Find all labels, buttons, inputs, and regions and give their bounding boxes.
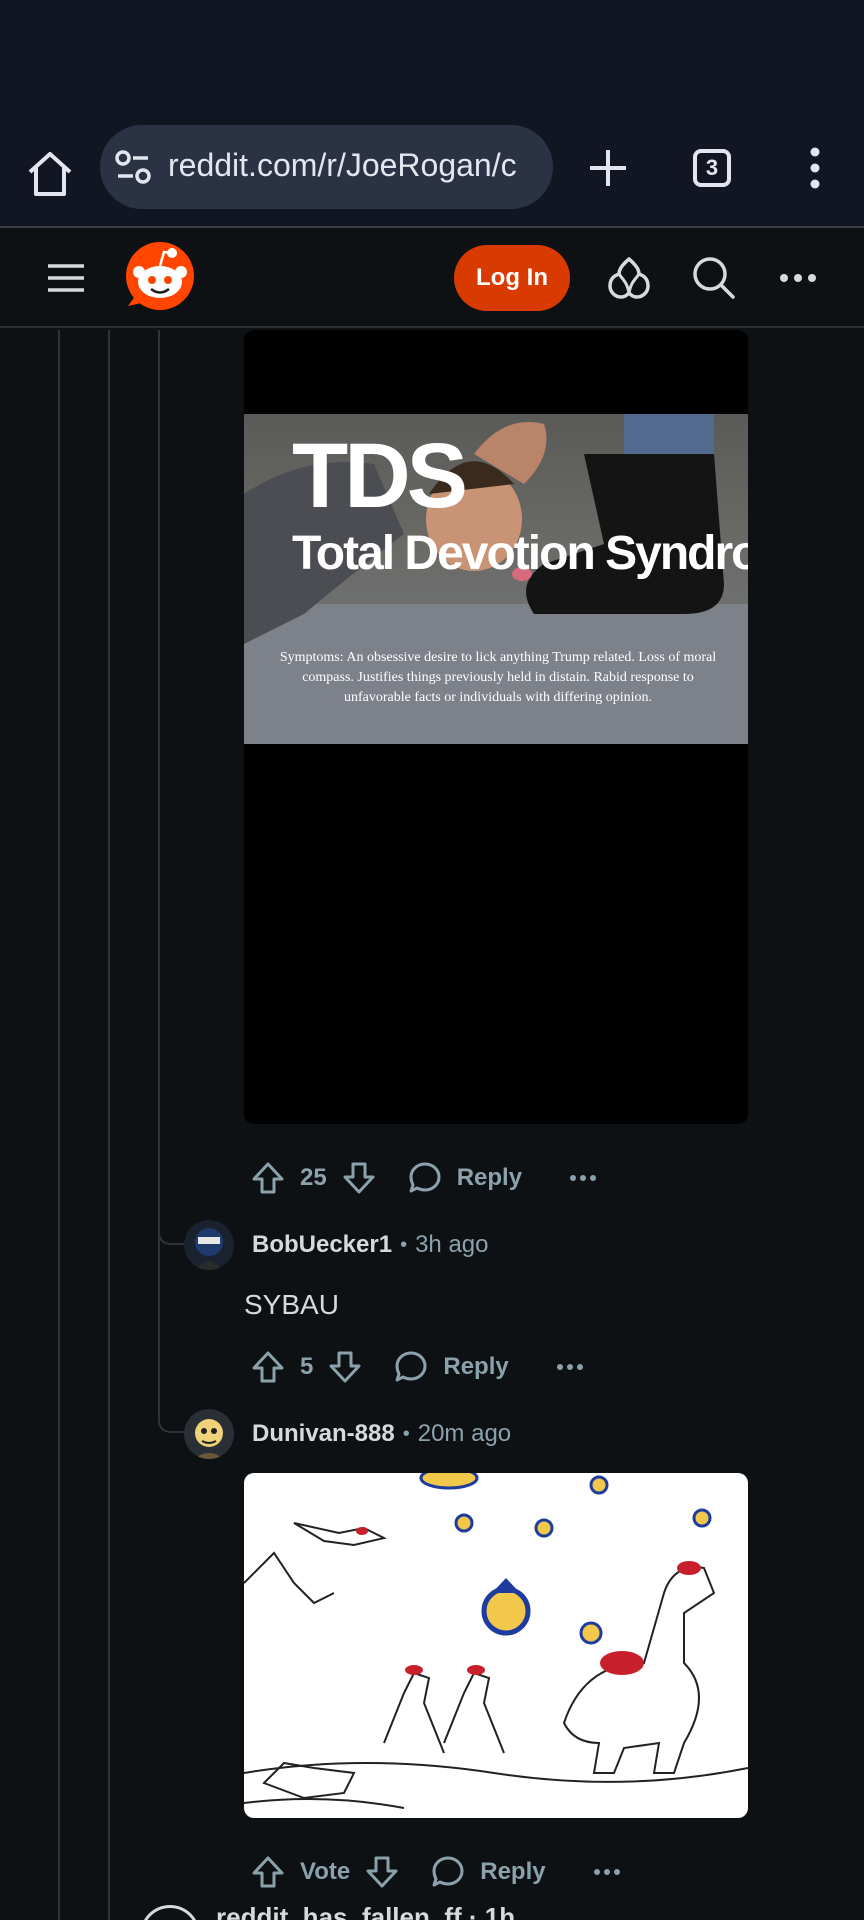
avatar[interactable] [184,1409,234,1459]
reply-label: Reply [443,1353,509,1380]
meme-subtitle: Total Devotion Syndrome [292,527,748,580]
tab-switcher-button[interactable]: 3 [693,149,731,187]
comment-text: SYBAU [244,1289,339,1320]
answers-icon[interactable] [605,254,653,302]
comment-more-icon[interactable] [555,1349,585,1385]
vote-count: Vote [300,1858,351,1885]
comment-bubble-icon [409,1162,441,1193]
avatar[interactable] [140,1905,200,1920]
reply-button[interactable]: Reply [393,1349,509,1385]
reply-button[interactable]: Reply [407,1160,522,1196]
comment-author[interactable]: Dunivan-888 [252,1420,395,1448]
reply-label: Reply [456,1164,523,1191]
comment-image[interactable] [244,1473,748,1818]
thread-line[interactable] [108,330,110,1920]
new-tab-icon[interactable] [580,140,636,196]
menu-icon[interactable] [46,260,86,296]
url-text[interactable]: reddit.com/r/JoeRogan/c [168,147,539,184]
vote-count: 5 [300,1353,314,1380]
address-bar[interactable]: reddit.com/r/JoeRogan/c [100,125,553,209]
avatar[interactable] [184,1220,234,1270]
downvote-icon[interactable] [327,1349,363,1385]
comment-actions: 25 Reply [250,1153,598,1203]
downvote-icon[interactable] [364,1854,400,1890]
thread-line[interactable] [158,330,160,1420]
comment-header: BobUecker1 • 3h ago [184,1219,488,1271]
reddit-logo-icon[interactable] [124,240,196,312]
tds-meme-image[interactable]: TDS Total Devotion Syndrome Symptoms: An… [244,414,748,744]
reply-button[interactable]: Reply [430,1854,546,1890]
login-button[interactable]: Log In [454,245,570,311]
vote-count: 25 [300,1164,327,1191]
comment-actions: 5 Reply [250,1342,585,1392]
comment-time: 3h ago [415,1231,489,1258]
downvote-icon[interactable] [341,1160,377,1196]
meme-title: TDS [292,425,468,527]
comment-more-icon[interactable] [592,1854,622,1890]
meta-separator: • [400,1233,408,1256]
browser-toolbar: reddit.com/r/JoeRogan/c 3 [0,110,864,228]
upvote-icon[interactable] [250,1160,286,1196]
comment-bubble-icon [395,1351,427,1382]
comment-image-frame[interactable]: TDS Total Devotion Syndrome Symptoms: An… [244,330,748,1124]
meme-caption: Symptoms: An obsessive desire to lick an… [279,650,717,705]
upvote-icon[interactable] [250,1349,286,1385]
upvote-icon[interactable] [250,1854,286,1890]
dinosaur-meme-drawing [244,1473,748,1809]
meta-separator: • [402,1422,410,1445]
reddit-header: Log In [0,230,864,328]
status-bar [0,0,864,110]
thread-line[interactable] [58,330,60,1920]
overflow-menu-icon[interactable] [778,260,818,296]
comment-time: 20m ago [417,1420,512,1447]
comment-actions: Vote Reply [250,1847,622,1897]
comment-bubble-icon [432,1856,464,1887]
next-comment-header[interactable]: reddit_has_fallen_ff · 1h [216,1902,515,1920]
comment-author[interactable]: BobUecker1 [252,1231,392,1259]
reply-label: Reply [480,1858,546,1885]
comment-more-icon[interactable] [568,1160,598,1196]
site-settings-icon[interactable] [114,149,152,185]
comment-header: Dunivan-888 • 20m ago [184,1408,511,1460]
search-icon[interactable] [690,254,736,300]
browser-menu-icon[interactable] [795,140,835,196]
home-icon[interactable] [22,146,78,202]
